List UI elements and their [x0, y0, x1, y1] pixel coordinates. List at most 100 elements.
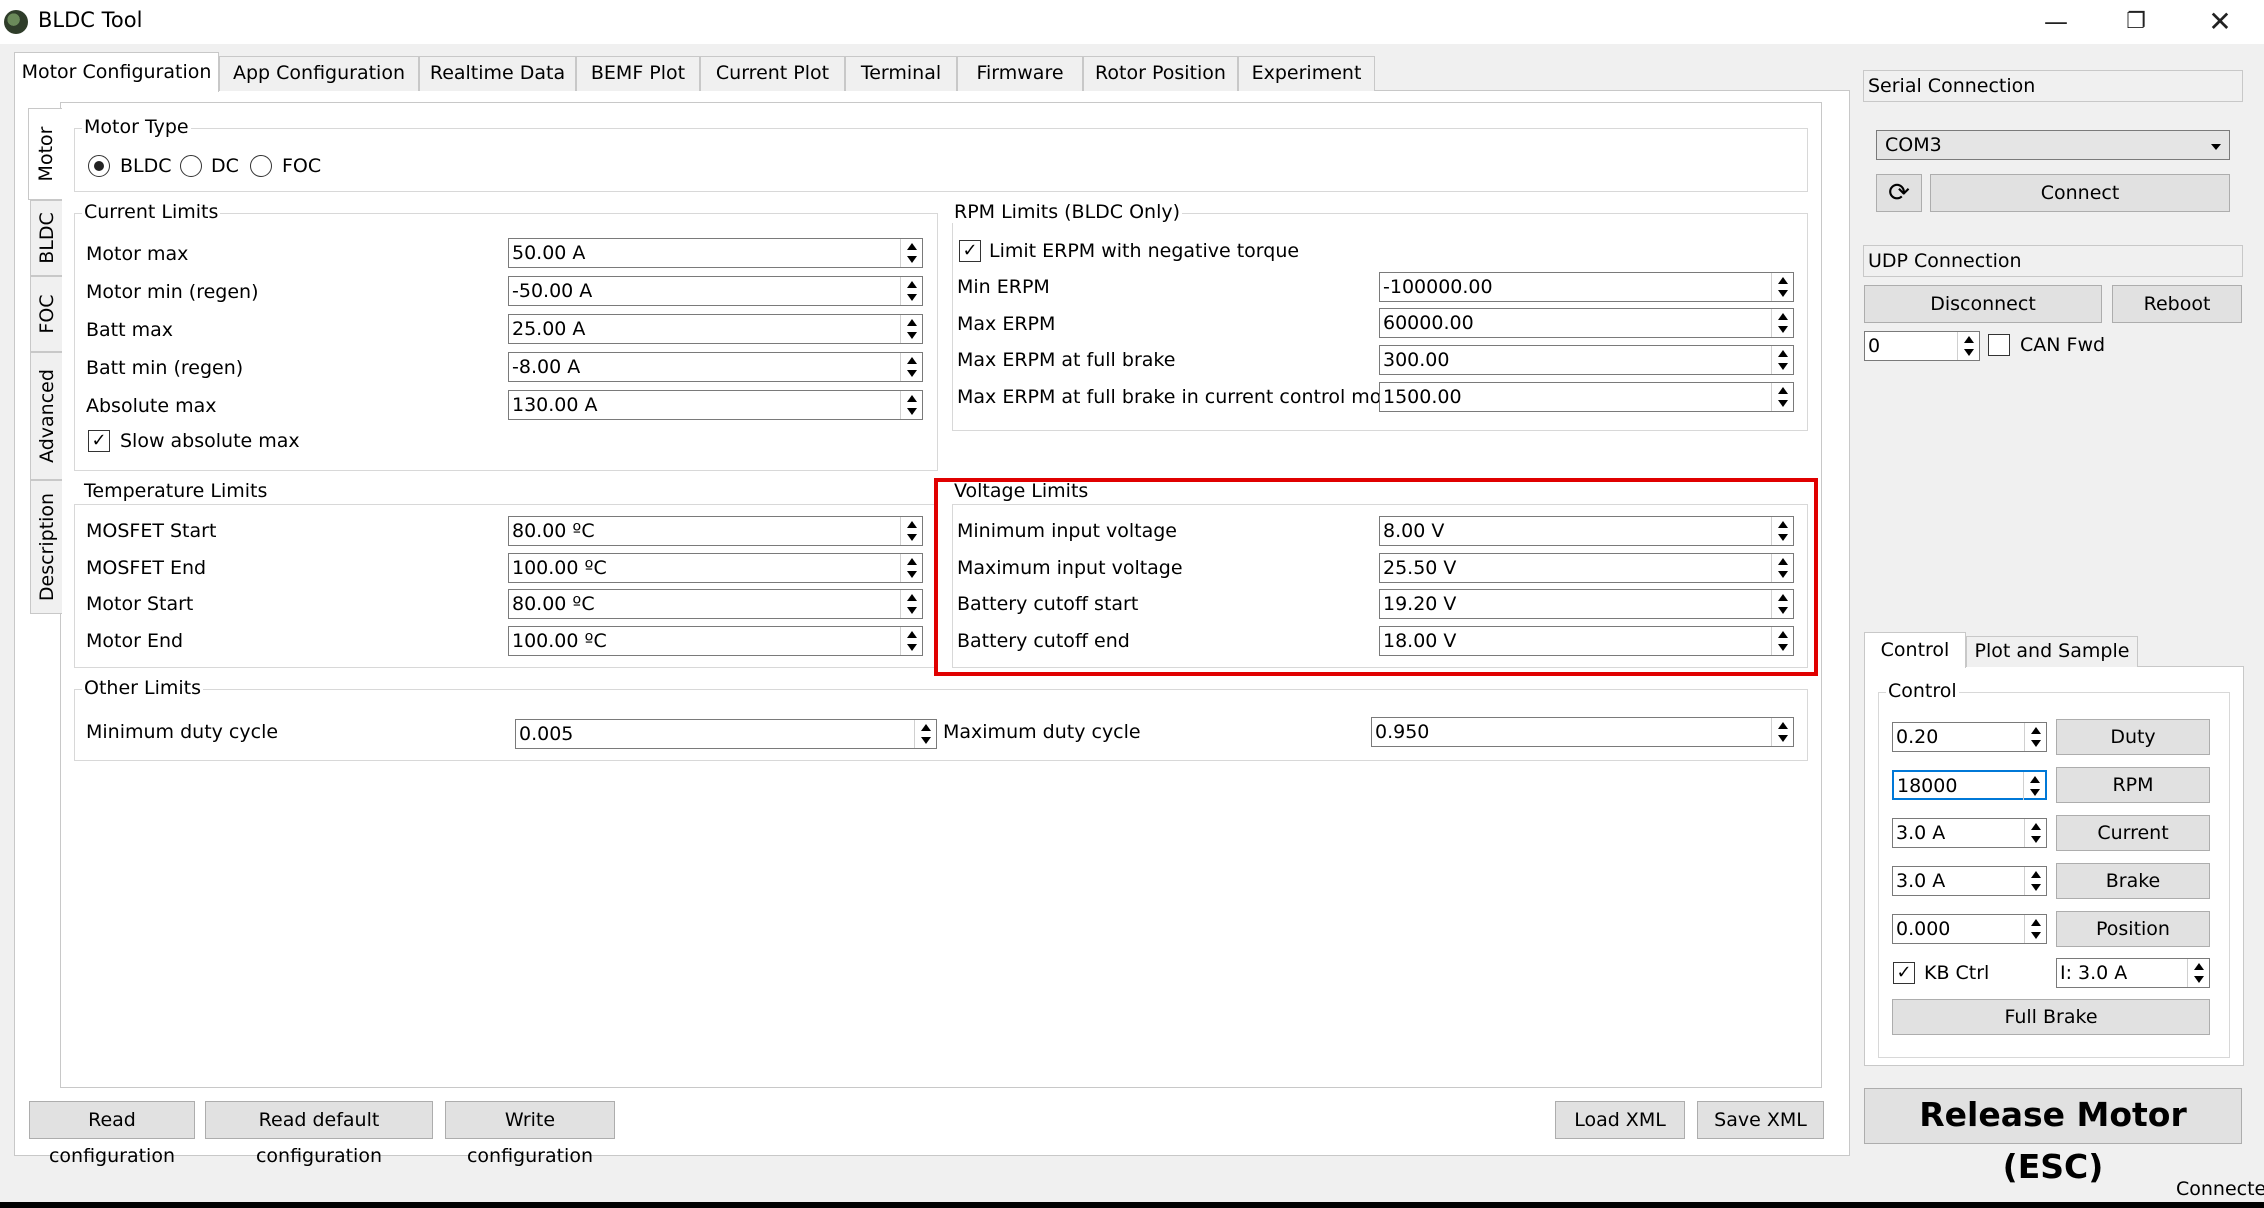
disconnect-button[interactable]: Disconnect — [1864, 285, 2102, 323]
batt-min-label: Batt min (regen) — [86, 357, 244, 379]
brake-button[interactable]: Brake — [2056, 863, 2210, 899]
other-limits-title: Other Limits — [82, 677, 203, 699]
spin-arrows-icon[interactable] — [1957, 332, 1979, 360]
spin-arrows-icon[interactable] — [900, 277, 922, 305]
radio-dc-label: DC — [211, 155, 239, 177]
motor-start-input[interactable]: 80.00 ºC — [508, 589, 923, 619]
spin-arrows-icon[interactable] — [914, 720, 936, 748]
read-configuration-button[interactable]: Read configuration — [29, 1101, 195, 1167]
spin-arrows-icon[interactable] — [900, 391, 922, 419]
brake-input[interactable]: 3.0 A — [1892, 866, 2047, 896]
tab-motor-configuration[interactable]: Motor Configuration — [14, 52, 219, 92]
close-icon[interactable]: ✕ — [2180, 0, 2260, 44]
mosfet-end-input[interactable]: 100.00 ºC — [508, 553, 923, 583]
mosfet-end-label: MOSFET End — [86, 557, 207, 579]
limit-erpm-checkbox[interactable]: ✓ — [959, 240, 981, 262]
can-id-input[interactable]: 0 — [1864, 331, 1980, 361]
current-button[interactable]: Current — [2056, 815, 2210, 851]
absolute-max-input[interactable]: 130.00 A — [508, 390, 923, 420]
radio-bldc[interactable] — [88, 155, 110, 177]
duty-button[interactable]: Duty — [2056, 719, 2210, 755]
spin-arrows-icon[interactable] — [2023, 772, 2045, 800]
batt-min-input[interactable]: -8.00 A — [508, 352, 923, 382]
max-erpm-brake-current-input[interactable]: 1500.00 — [1379, 382, 1794, 412]
max-erpm-brake-input[interactable]: 300.00 — [1379, 345, 1794, 375]
spin-arrows-icon[interactable] — [1771, 346, 1793, 374]
side-tab-foc[interactable]: FOC — [30, 276, 62, 352]
refresh-icon[interactable]: ⟳ — [1876, 174, 1922, 212]
tab-control[interactable]: Control — [1864, 632, 1966, 668]
position-button[interactable]: Position — [2056, 911, 2210, 947]
spin-arrows-icon[interactable] — [1771, 309, 1793, 337]
tab-bemf-plot[interactable]: BEMF Plot — [576, 56, 700, 91]
spin-arrows-icon[interactable] — [900, 554, 922, 582]
position-input[interactable]: 0.000 — [1892, 914, 2047, 944]
side-tab-description[interactable]: Description — [30, 480, 62, 614]
side-tab-label: BLDC — [35, 212, 58, 264]
spin-arrows-icon[interactable] — [2024, 915, 2046, 943]
max-erpm-brake-value: 300.00 — [1383, 349, 1450, 371]
radio-foc[interactable] — [250, 155, 272, 177]
tab-plot-and-sample[interactable]: Plot and Sample — [1966, 636, 2138, 667]
kb-ctrl-checkbox[interactable]: ✓ — [1893, 962, 1915, 984]
window-title: BLDC Tool — [38, 8, 143, 32]
max-duty-input[interactable]: 0.950 — [1371, 717, 1794, 747]
reboot-button[interactable]: Reboot — [2112, 285, 2242, 323]
rpm-input[interactable]: 18000 — [1892, 770, 2047, 800]
tab-realtime-data[interactable]: Realtime Data — [419, 56, 576, 91]
spin-arrows-icon[interactable] — [900, 517, 922, 545]
tab-current-plot[interactable]: Current Plot — [700, 56, 845, 91]
side-tab-bldc[interactable]: BLDC — [30, 200, 62, 276]
radio-dc[interactable] — [180, 155, 202, 177]
connect-button[interactable]: Connect — [1930, 174, 2230, 212]
serial-port-select[interactable]: COM3 — [1876, 130, 2230, 160]
spin-arrows-icon[interactable] — [2024, 819, 2046, 847]
load-xml-button[interactable]: Load XML — [1555, 1101, 1685, 1139]
spin-arrows-icon[interactable] — [1771, 273, 1793, 301]
motor-max-value: 50.00 A — [512, 242, 586, 264]
motor-min-input[interactable]: -50.00 A — [508, 276, 923, 306]
read-default-configuration-button[interactable]: Read default configuration — [205, 1101, 433, 1167]
full-brake-button[interactable]: Full Brake — [1892, 999, 2210, 1035]
min-erpm-value: -100000.00 — [1383, 276, 1493, 298]
min-erpm-input[interactable]: -100000.00 — [1379, 272, 1794, 302]
spin-arrows-icon[interactable] — [2187, 959, 2209, 987]
tab-app-configuration[interactable]: App Configuration — [219, 56, 419, 91]
side-tab-advanced[interactable]: Advanced — [30, 352, 62, 480]
spin-arrows-icon[interactable] — [900, 239, 922, 267]
motor-end-input[interactable]: 100.00 ºC — [508, 626, 923, 656]
can-fwd-checkbox[interactable] — [1988, 334, 2010, 356]
slow-absolute-max-checkbox[interactable]: ✓ — [88, 430, 110, 452]
spin-arrows-icon[interactable] — [900, 627, 922, 655]
motor-max-input[interactable]: 50.00 A — [508, 238, 923, 268]
spin-arrows-icon[interactable] — [2024, 867, 2046, 895]
spin-arrows-icon[interactable] — [900, 315, 922, 343]
min-erpm-label: Min ERPM — [957, 276, 1050, 298]
serial-connection-header: Serial Connection — [1863, 70, 2243, 102]
tab-firmware[interactable]: Firmware — [957, 56, 1083, 91]
spin-arrows-icon[interactable] — [1771, 383, 1793, 411]
spin-arrows-icon[interactable] — [900, 353, 922, 381]
save-xml-button[interactable]: Save XML — [1697, 1101, 1824, 1139]
minimize-icon[interactable]: — — [2016, 0, 2096, 44]
side-tab-motor[interactable]: Motor — [28, 108, 62, 200]
kb-ctrl-label: KB Ctrl — [1924, 962, 1990, 984]
motor-max-label: Motor max — [86, 243, 189, 265]
duty-input[interactable]: 0.20 — [1892, 722, 2047, 752]
max-erpm-input[interactable]: 60000.00 — [1379, 308, 1794, 338]
rpm-button[interactable]: RPM — [2056, 767, 2210, 803]
tab-terminal[interactable]: Terminal — [845, 56, 957, 91]
spin-arrows-icon[interactable] — [900, 590, 922, 618]
tab-rotor-position[interactable]: Rotor Position — [1083, 56, 1238, 91]
write-configuration-button[interactable]: Write configuration — [445, 1101, 615, 1167]
current-input[interactable]: 3.0 A — [1892, 818, 2047, 848]
tab-experiment[interactable]: Experiment — [1238, 56, 1375, 91]
spin-arrows-icon[interactable] — [2024, 723, 2046, 751]
spin-arrows-icon[interactable] — [1771, 718, 1793, 746]
min-duty-input[interactable]: 0.005 — [515, 719, 937, 749]
restore-icon[interactable]: ❐ — [2096, 0, 2176, 44]
mosfet-start-input[interactable]: 80.00 ºC — [508, 516, 923, 546]
kb-current-input[interactable]: I: 3.0 A — [2056, 958, 2210, 988]
release-motor-button[interactable]: Release Motor (ESC) — [1864, 1088, 2242, 1186]
batt-max-input[interactable]: 25.00 A — [508, 314, 923, 344]
